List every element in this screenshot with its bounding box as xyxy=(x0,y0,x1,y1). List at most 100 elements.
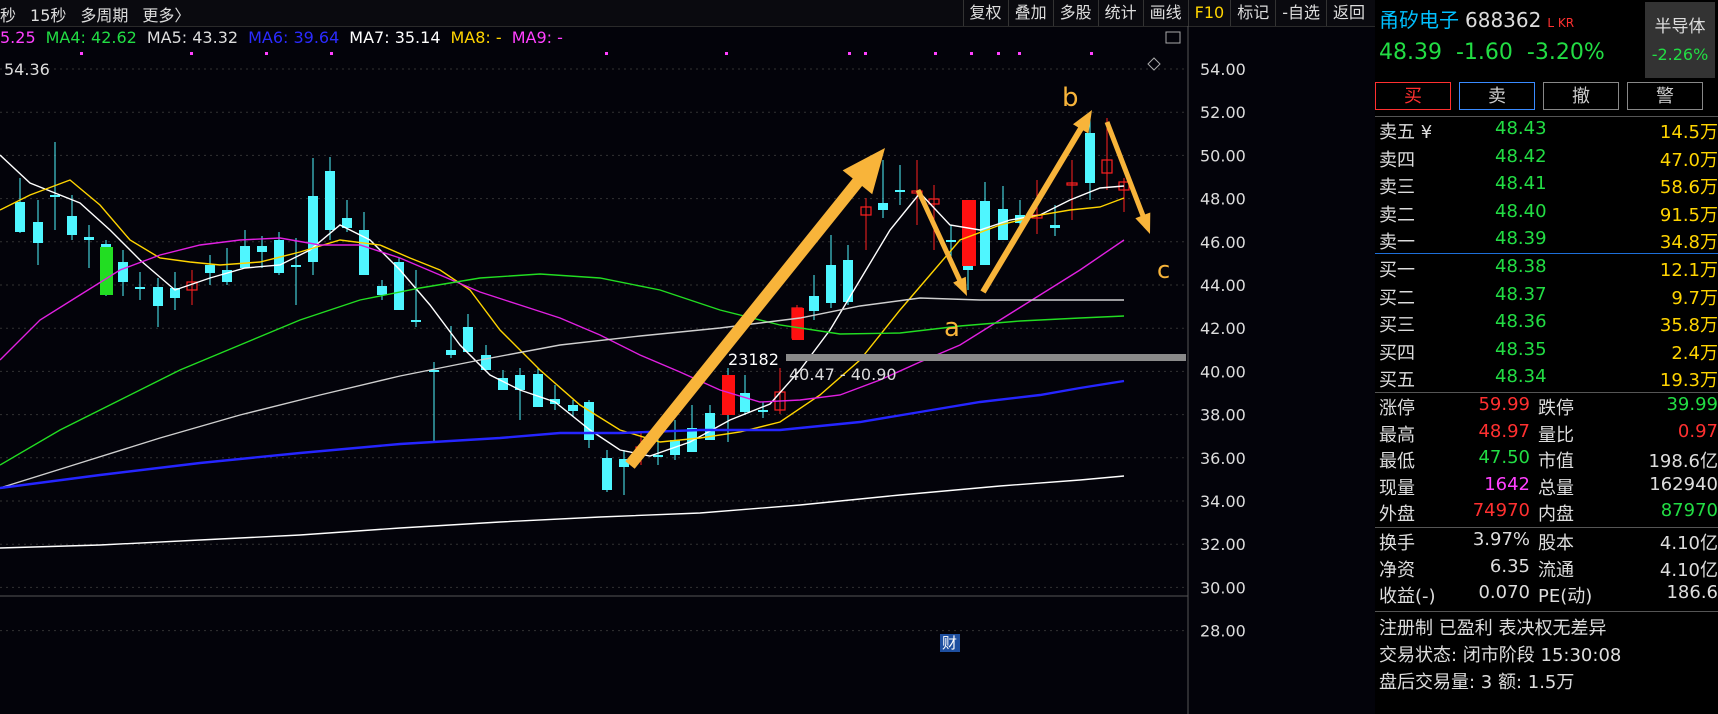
signal-dot xyxy=(605,52,608,55)
wave-arrow xyxy=(980,110,1092,294)
stat-label: 涨停 xyxy=(1379,398,1415,419)
bid-row[interactable]: 买五 48.34 19.3万 xyxy=(1375,364,1718,392)
ask-book: 卖五 ¥ 48.43 14.5万 卖四 48.42 47.0万 卖三 48.41 58.6万 卖二… xyxy=(1375,116,1718,254)
toolbar-button[interactable]: 叠加 xyxy=(1007,0,1053,26)
y-tick-label: 48.00 xyxy=(1200,190,1246,209)
candle-body xyxy=(308,196,318,262)
level-volume: 19.3万 xyxy=(1659,370,1718,391)
price-cursor-label: 54.36 xyxy=(4,60,50,79)
candle-body xyxy=(291,265,301,267)
toolbar-button[interactable]: -自选 xyxy=(1275,0,1326,26)
ask-row[interactable]: 卖四 48.42 47.0万 xyxy=(1375,144,1718,172)
sector-box[interactable]: 半导体 -2.26% xyxy=(1645,2,1715,78)
kline-chart[interactable]: 54.00 52.00 50.00 48.00 46.00 44.00 42.00 40.00… xyxy=(0,26,1375,714)
stat-value: 48.97 xyxy=(1478,420,1530,442)
alert-button[interactable]: 警 xyxy=(1627,82,1703,110)
candle-body xyxy=(980,201,990,265)
level-price: 48.39 xyxy=(1495,228,1547,249)
toolbar-button[interactable]: F10 xyxy=(1187,0,1231,26)
listing-flags: 注册制 已盈利 表决权无差异 xyxy=(1379,618,1607,639)
stat-label: 流通 xyxy=(1538,559,1574,581)
candle-body xyxy=(1050,225,1060,228)
candle-body xyxy=(118,262,128,282)
candle-body xyxy=(446,350,456,355)
ask-row[interactable]: 卖五 ¥ 48.43 14.5万 xyxy=(1375,116,1718,144)
financial-report-label: 财 xyxy=(942,634,957,652)
stock-header[interactable]: 甬矽电子 688362 L KR xyxy=(1379,4,1574,33)
bid-row[interactable]: 买三 48.36 35.8万 xyxy=(1375,309,1718,337)
stat-label: 最低 xyxy=(1379,451,1415,472)
period-item[interactable]: 多周期 xyxy=(80,2,128,26)
level-label: 卖五 ¥ xyxy=(1379,122,1433,143)
level-label: 买五 xyxy=(1379,370,1415,391)
signal-dot xyxy=(330,52,333,55)
period-item[interactable]: 秒 xyxy=(0,2,16,26)
candle-body xyxy=(325,171,335,230)
toolbar-button[interactable]: 复权 xyxy=(962,0,1008,26)
bid-row[interactable]: 买二 48.37 9.7万 xyxy=(1375,282,1718,310)
candle-body xyxy=(946,240,956,242)
stat-label: 内盘 xyxy=(1538,504,1574,525)
toolbar-button[interactable]: 画线 xyxy=(1142,0,1188,26)
level-price: 48.34 xyxy=(1495,366,1547,387)
toolbar-button[interactable]: 返回 xyxy=(1325,0,1371,26)
last-price: 48.39 xyxy=(1379,40,1442,65)
buy-button[interactable]: 买 xyxy=(1375,82,1451,110)
wave-label-c: c xyxy=(1157,256,1170,284)
toolbar-button[interactable]: 标记 xyxy=(1230,0,1275,26)
signal-dot xyxy=(190,52,193,55)
trading-status: 交易状态: 闭市阶段 15:30:08 xyxy=(1379,645,1622,666)
y-tick-label: 42.00 xyxy=(1200,319,1246,338)
candle-body xyxy=(533,374,543,407)
candle-body xyxy=(792,308,804,340)
ma-line xyxy=(0,379,1125,490)
level-volume: 12.1万 xyxy=(1659,260,1718,281)
y-tick-label: 36.00 xyxy=(1200,449,1246,468)
wave-label-a: a xyxy=(944,313,960,343)
stat-label: 量比 xyxy=(1538,424,1574,446)
y-tick-label: 30.00 xyxy=(1200,578,1246,597)
stats-table: 涨停 59.99 跌停 39.99 最高 48.97 量比 0.97 最低 47.50 市值 198.… xyxy=(1375,393,1718,526)
candle-body xyxy=(33,222,43,243)
level-volume: 47.0万 xyxy=(1659,149,1718,171)
stat-value: 0.070 xyxy=(1478,582,1530,603)
fundamentals-table: 换手 3.97% 股本 4.10亿 净资 6.35 流通 4.10亿 收益(-) 0.070 PE(… xyxy=(1375,528,1718,608)
sell-button[interactable]: 卖 xyxy=(1459,82,1535,110)
y-tick-label: 52.00 xyxy=(1200,103,1246,122)
candle-body xyxy=(962,200,976,266)
level-label: 卖二 xyxy=(1379,204,1415,226)
stat-value: 162940 xyxy=(1649,473,1718,495)
ask-row[interactable]: 卖一 48.39 34.8万 xyxy=(1375,226,1718,254)
cancel-order-button[interactable]: 撤 xyxy=(1543,82,1619,110)
ask-row[interactable]: 卖三 48.41 58.6万 xyxy=(1375,171,1718,199)
price-change-pct: -3.20% xyxy=(1526,40,1605,65)
toolbar-button[interactable]: 统计 xyxy=(1097,0,1143,26)
level-price: 48.36 xyxy=(1495,311,1547,332)
bid-row[interactable]: 买一 48.38 12.1万 xyxy=(1375,254,1718,282)
stat-label: 总量 xyxy=(1538,477,1574,499)
y-tick-label: 50.00 xyxy=(1200,146,1246,165)
ma-line xyxy=(0,475,1125,549)
bid-row[interactable]: 买四 48.35 2.4万 xyxy=(1375,337,1718,365)
period-item[interactable]: 15秒 xyxy=(30,2,66,26)
stat-label: PE(动) xyxy=(1538,586,1593,607)
signal-dot xyxy=(725,52,728,55)
toolbar-button[interactable]: 多股 xyxy=(1052,0,1098,26)
signal-dot xyxy=(934,52,937,55)
signal-dot xyxy=(1018,52,1021,55)
stat-value: 87970 xyxy=(1660,500,1718,521)
stock-name[interactable]: 甬矽电子 xyxy=(1379,8,1459,32)
period-item[interactable]: 更多〉 xyxy=(142,2,190,26)
level-volume: 35.8万 xyxy=(1659,315,1718,336)
y-tick-label: 28.00 xyxy=(1200,622,1246,641)
signal-dot xyxy=(997,52,1000,55)
level-label: 卖三 xyxy=(1379,177,1415,198)
stock-code: 688362 xyxy=(1465,8,1542,32)
level-label: 卖一 xyxy=(1379,232,1415,253)
candle-body xyxy=(843,260,853,302)
support-band xyxy=(786,354,1186,361)
stat-value: 39.99 xyxy=(1666,394,1718,415)
stock-tag: L KR xyxy=(1547,16,1575,30)
bid-book: 买一 48.38 12.1万 买二 48.37 9.7万 买三 48.36 35.8万 买四 48.… xyxy=(1375,254,1718,392)
ask-row[interactable]: 卖二 48.40 91.5万 xyxy=(1375,199,1718,227)
